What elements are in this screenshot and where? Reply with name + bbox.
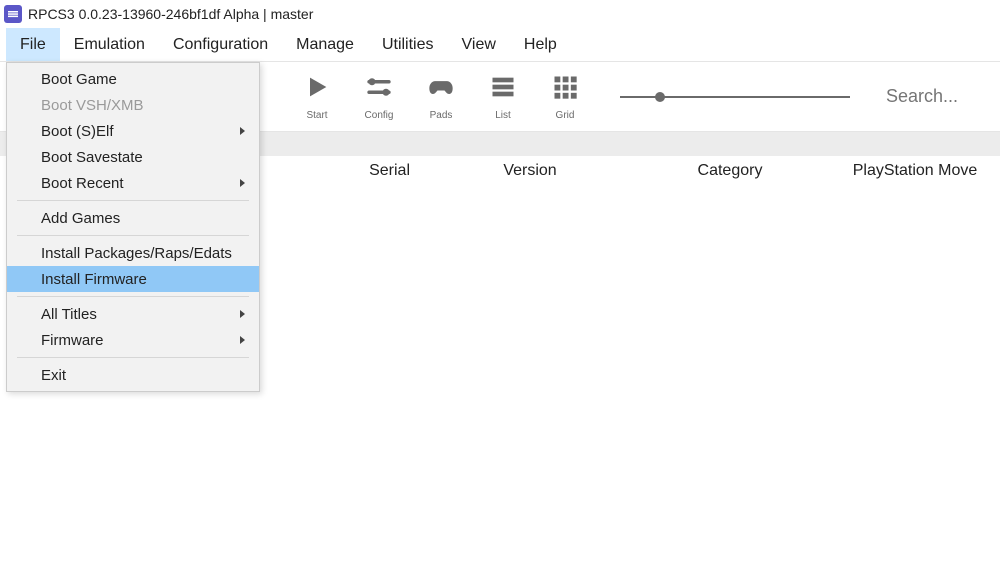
toolbar-start-button[interactable]: Start: [300, 73, 334, 121]
menu-item-boot-savestate[interactable]: Boot Savestate: [7, 144, 259, 170]
sliders-icon: [362, 73, 396, 106]
chevron-right-icon: [240, 310, 245, 318]
column-header-category[interactable]: Category: [630, 162, 830, 180]
menu-item-boot-recent[interactable]: Boot Recent: [7, 170, 259, 196]
menu-separator: [17, 357, 249, 358]
column-header-serial[interactable]: Serial: [270, 162, 430, 180]
menu-separator: [17, 296, 249, 297]
gamepad-icon: [424, 73, 458, 106]
list-icon: [486, 73, 520, 106]
menu-item-boot-game[interactable]: Boot Game: [7, 66, 259, 92]
play-icon: [300, 73, 334, 106]
grid-icon: [548, 73, 582, 106]
toolbar-config-caption: Config: [365, 110, 394, 121]
menu-item-boot-vsh: Boot VSH/XMB: [7, 92, 259, 118]
menubar: File Emulation Configuration Manage Util…: [0, 28, 1000, 62]
menu-view[interactable]: View: [448, 28, 510, 61]
menu-item-exit[interactable]: Exit: [7, 362, 259, 388]
column-header-psmove[interactable]: PlayStation Move: [830, 162, 1000, 180]
menu-item-boot-self[interactable]: Boot (S)Elf: [7, 118, 259, 144]
menu-configuration[interactable]: Configuration: [159, 28, 282, 61]
column-header-version[interactable]: Version: [430, 162, 630, 180]
menu-manage[interactable]: Manage: [282, 28, 368, 61]
toolbar-config-button[interactable]: Config: [362, 73, 396, 121]
menu-file[interactable]: File: [6, 28, 60, 61]
slider-knob[interactable]: [655, 92, 665, 102]
chevron-right-icon: [240, 179, 245, 187]
toolbar-grid-button[interactable]: Grid: [548, 73, 582, 121]
menu-item-install-packages[interactable]: Install Packages/Raps/Edats: [7, 240, 259, 266]
chevron-right-icon: [240, 336, 245, 344]
menu-help[interactable]: Help: [510, 28, 571, 61]
icon-size-slider[interactable]: [620, 96, 850, 98]
slider-track: [620, 96, 850, 98]
menu-emulation[interactable]: Emulation: [60, 28, 159, 61]
chevron-right-icon: [240, 127, 245, 135]
menu-separator: [17, 235, 249, 236]
toolbar-list-caption: List: [495, 110, 511, 121]
menu-utilities[interactable]: Utilities: [368, 28, 448, 61]
search-input[interactable]: [878, 78, 1000, 116]
toolbar-start-caption: Start: [306, 110, 327, 121]
toolbar-pads-button[interactable]: Pads: [424, 73, 458, 121]
menu-item-add-games[interactable]: Add Games: [7, 205, 259, 231]
app-icon: [4, 5, 22, 23]
window-title: RPCS3 0.0.23-13960-246bf1df Alpha | mast…: [28, 6, 313, 22]
file-menu-dropdown: Boot Game Boot VSH/XMB Boot (S)Elf Boot …: [6, 62, 260, 392]
window-titlebar: RPCS3 0.0.23-13960-246bf1df Alpha | mast…: [0, 0, 1000, 28]
toolbar-grid-caption: Grid: [556, 110, 575, 121]
menu-item-install-firmware[interactable]: Install Firmware: [7, 266, 259, 292]
menu-item-all-titles[interactable]: All Titles: [7, 301, 259, 327]
toolbar-list-button[interactable]: List: [486, 73, 520, 121]
menu-separator: [17, 200, 249, 201]
toolbar-pads-caption: Pads: [430, 110, 453, 121]
menu-item-firmware[interactable]: Firmware: [7, 327, 259, 353]
